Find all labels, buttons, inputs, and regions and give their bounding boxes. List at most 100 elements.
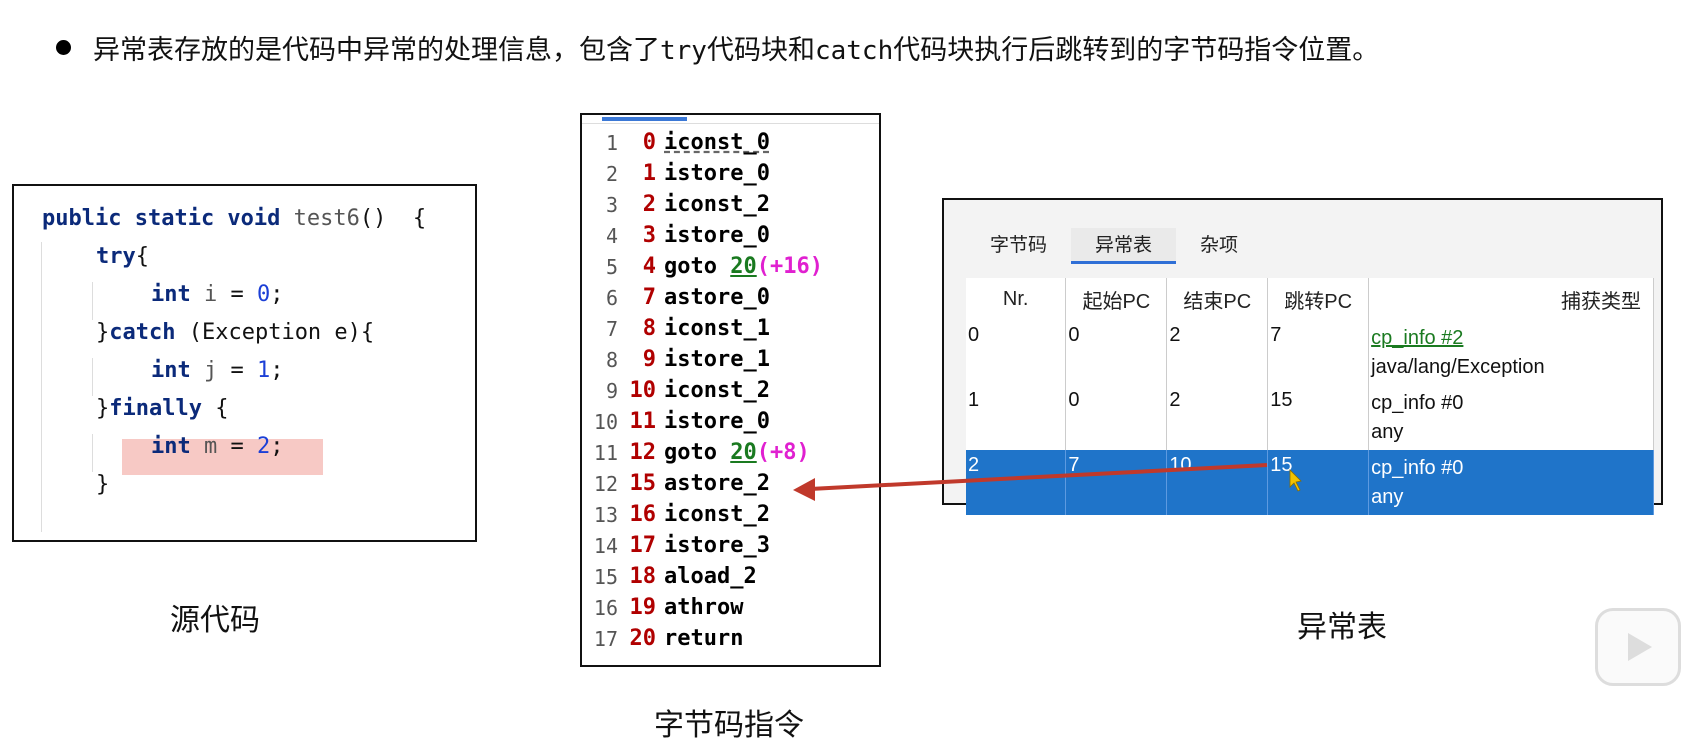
header-part1: 异常表存放的是代码中异常的处理信息，包含了 (93, 35, 660, 66)
line-number: 3 (605, 192, 618, 217)
bytecode-opcode: iconst_2 (664, 192, 770, 217)
bytecode-offset: 18 (629, 564, 657, 589)
bytecode-row[interactable]: 13 16 iconst_2 (582, 499, 770, 530)
table-row[interactable]: 1 0 2 15 cp_info #0 any (966, 385, 1654, 450)
col-nr[interactable]: Nr. (966, 278, 1067, 320)
exception-table-window: 字节码 异常表 杂项 Nr. 起始PC 结束PC 跳转PC 捕获类型 0 0 2… (942, 198, 1663, 515)
bytecode-opcode: istore_1 (664, 347, 770, 372)
jump-offset: (+8) (756, 440, 810, 465)
bytecode-row[interactable]: 12 15 astore_2 (582, 468, 770, 499)
cell-nr: 1 (966, 385, 1067, 450)
line-number: 5 (605, 254, 618, 279)
bytecode-row[interactable]: 10 11 istore_0 (582, 406, 770, 437)
bytecode-opcode: return (664, 626, 744, 651)
catch-type-name: any (1371, 421, 1404, 443)
tab-misc[interactable]: 杂项 (1176, 228, 1262, 264)
cell-end-pc: 10 (1166, 450, 1269, 515)
bytecode-offset: 9 (642, 347, 656, 372)
code-line-1: public static void test6() { (42, 206, 427, 231)
bytecode-row[interactable]: 14 17 istore_3 (582, 530, 770, 561)
bytecode-row[interactable]: 1 0 iconst_0 (582, 127, 770, 158)
cell-catch-type: cp_info #0 any (1368, 385, 1654, 450)
cp-info-link[interactable]: cp_info #2 (1371, 324, 1651, 353)
source-caption: 源代码 (170, 603, 260, 638)
header-text: 异常表存放的是代码中异常的处理信息，包含了try代码块和catch代码块执行后跳… (93, 28, 1379, 67)
line-number: 7 (605, 316, 618, 341)
header-kw-try: try (660, 36, 707, 66)
bytecode-opcode: iconst_1 (664, 316, 770, 341)
bytecode-offset: 19 (629, 595, 657, 620)
bytecode-offset: 15 (629, 471, 657, 496)
bytecode-caption: 字节码指令 (654, 708, 804, 743)
exception-table-caption: 异常表 (1297, 610, 1387, 645)
col-handler-pc[interactable]: 跳转PC (1267, 278, 1370, 320)
code-line-7: int m = 2; (151, 434, 284, 459)
bytecode-opcode: istore_0 (664, 223, 770, 248)
line-number: 13 (593, 502, 618, 527)
line-number: 9 (605, 378, 618, 403)
line-number: 15 (593, 564, 618, 589)
line-number: 14 (593, 533, 618, 558)
bytecode-row[interactable]: 9 10 iconst_2 (582, 375, 770, 406)
bytecode-opcode: astore_2 (664, 471, 770, 496)
line-number: 17 (593, 626, 618, 651)
header-part2: 代码块和 (706, 35, 815, 66)
cell-end-pc: 2 (1166, 320, 1269, 385)
cell-start-pc: 7 (1065, 450, 1168, 515)
code-line-5: int j = 1; (151, 358, 284, 383)
bytecode-offset: 20 (629, 626, 657, 651)
source-code-panel: public static void test6() { try{ int i … (12, 184, 477, 542)
bytecode-offset: 10 (629, 378, 657, 403)
cp-info-ref: cp_info #0 (1371, 392, 1464, 414)
jump-target-link[interactable]: 20 (730, 440, 757, 465)
exception-table: Nr. 起始PC 结束PC 跳转PC 捕获类型 0 0 2 7 cp_info … (966, 278, 1654, 515)
bytecode-row[interactable]: 2 1 istore_0 (582, 158, 770, 189)
code-line-8: } (96, 472, 110, 497)
tab-bytecode[interactable]: 字节码 (966, 228, 1071, 264)
header-part3: 代码块执行后跳转到的字节码指令位置。 (893, 35, 1380, 66)
bytecode-offset: 17 (629, 533, 657, 558)
bytecode-opcode: iconst_0 (664, 130, 770, 155)
cell-start-pc: 0 (1065, 320, 1168, 385)
bytecode-row[interactable]: 3 2 iconst_2 (582, 189, 770, 220)
bytecode-offset: 7 (642, 285, 656, 310)
cell-start-pc: 0 (1065, 385, 1168, 450)
col-start-pc[interactable]: 起始PC (1065, 278, 1168, 320)
tab-exception-table[interactable]: 异常表 (1071, 228, 1177, 264)
jump-target-link[interactable]: 20 (730, 254, 757, 279)
cell-catch-type: cp_info #0 any (1368, 450, 1654, 515)
bytecode-row[interactable]: 17 20 return (582, 623, 744, 654)
code-line-3: int i = 0; (151, 282, 284, 307)
bytecode-opcode: istore_0 (664, 409, 770, 434)
bytecode-row[interactable]: 6 7 astore_0 (582, 282, 770, 313)
table-row-selected[interactable]: 2 7 10 15 cp_info #0 any (966, 450, 1654, 515)
cell-nr: 2 (966, 450, 1067, 515)
bytecode-offset: 2 (642, 192, 656, 217)
line-number: 6 (605, 285, 618, 310)
bytecode-row[interactable]: 8 9 istore_1 (582, 344, 770, 375)
bytecode-offset: 0 (642, 130, 656, 155)
bytecode-row[interactable]: 5 4 goto 20 (+16) (582, 251, 823, 282)
bytecode-row[interactable]: 7 8 iconst_1 (582, 313, 770, 344)
bytecode-offset: 8 (642, 316, 656, 341)
code-line-6: }finally { (96, 396, 229, 421)
bytecode-row[interactable]: 4 3 istore_0 (582, 220, 770, 251)
indent-guide (92, 282, 93, 320)
bytecode-opcode: goto (664, 254, 731, 279)
play-logo-icon (1595, 608, 1681, 686)
bytecode-row[interactable]: 16 19 athrow (582, 592, 744, 623)
col-end-pc[interactable]: 结束PC (1166, 278, 1269, 320)
bytecode-row[interactable]: 15 18 aload_2 (582, 561, 757, 592)
col-catch-type[interactable]: 捕获类型 (1368, 278, 1654, 320)
bytecode-panel: 1 0 iconst_0 2 1 istore_0 3 2 iconst_2 4 3 istore_0… (580, 113, 881, 667)
table-row[interactable]: 0 0 2 7 cp_info #2 java/lang/Exception (966, 320, 1654, 385)
line-number: 10 (593, 409, 618, 434)
bytecode-tab-indicator (602, 117, 687, 121)
bytecode-opcode: iconst_2 (664, 502, 770, 527)
line-number: 2 (605, 161, 618, 186)
bytecode-row[interactable]: 11 12 goto 20 (+8) (582, 437, 810, 468)
line-number: 12 (593, 471, 618, 496)
jump-offset: (+16) (756, 254, 823, 279)
cell-catch-type: cp_info #2 java/lang/Exception (1368, 320, 1654, 385)
bytecode-offset: 1 (642, 161, 656, 186)
